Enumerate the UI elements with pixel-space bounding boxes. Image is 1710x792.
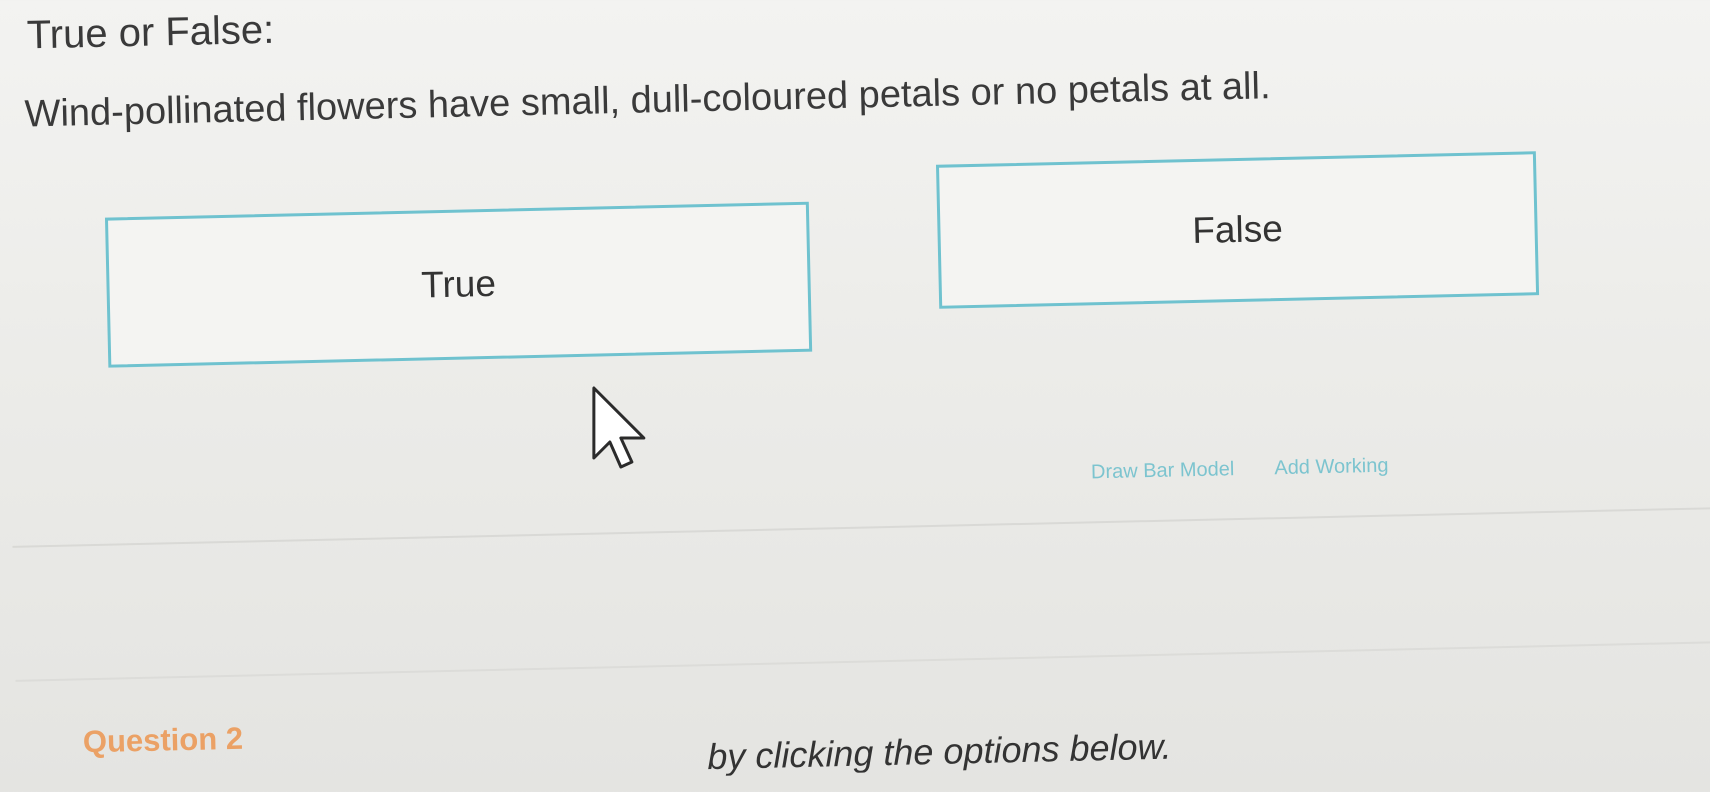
question-statement: Wind-pollinated flowers have small, dull… <box>24 65 1271 136</box>
option-true-button[interactable]: True <box>104 201 813 368</box>
answer-tools: Draw Bar Model Add Working <box>1091 455 1389 485</box>
add-working-link[interactable]: Add Working <box>1274 455 1389 481</box>
question-2-label: Question 2 <box>82 720 244 760</box>
question-page: True or False: Wind-pollinated flowers h… <box>0 0 1710 792</box>
section-divider <box>15 639 1710 682</box>
option-false-label: False <box>1191 207 1284 252</box>
question-2-instruction: by clicking the options below. <box>706 725 1172 778</box>
section-divider <box>12 505 1710 548</box>
arrow-cursor-icon <box>592 386 646 469</box>
draw-bar-model-link[interactable]: Draw Bar Model <box>1091 458 1235 484</box>
option-true-label: True <box>420 262 497 306</box>
option-false-button[interactable]: False <box>935 151 1540 309</box>
question-heading: True or False: <box>26 7 275 58</box>
